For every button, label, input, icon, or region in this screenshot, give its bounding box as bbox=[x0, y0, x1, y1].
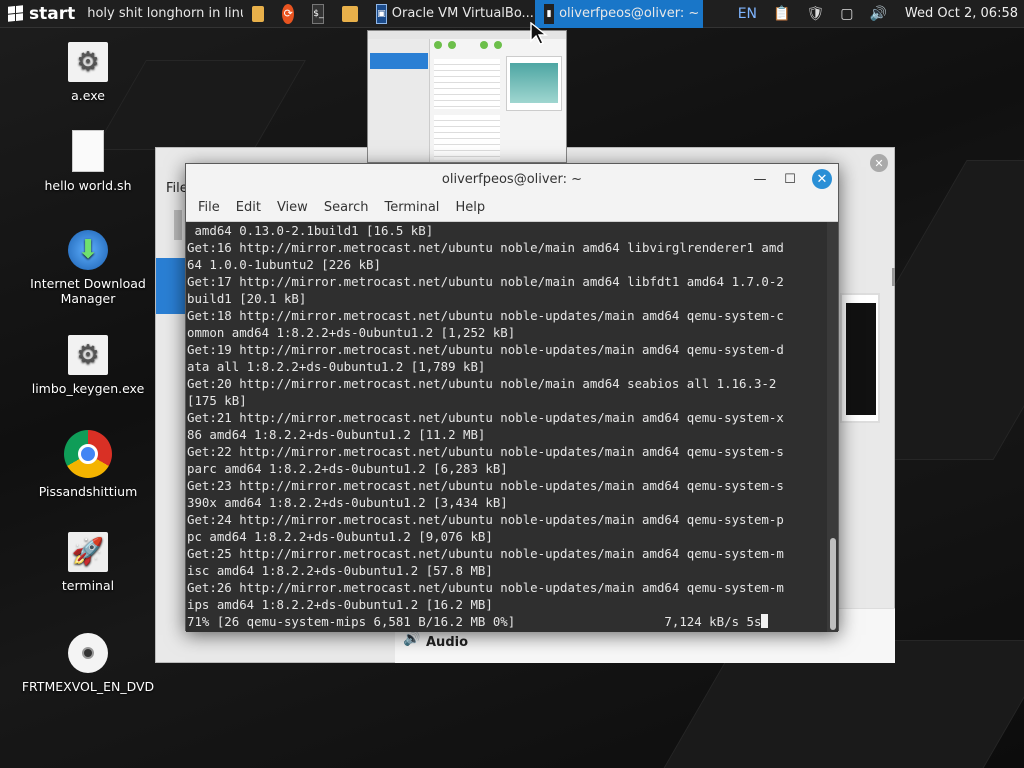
download-icon: ⬇ bbox=[68, 230, 108, 270]
terminal-output[interactable]: amd64 0.13.0-2.1build1 [16.5 kB] Get:16 … bbox=[186, 222, 829, 632]
vbox-preview-box bbox=[840, 293, 880, 423]
maximize-button[interactable]: ☐ bbox=[780, 169, 800, 189]
scrollbar-thumb[interactable] bbox=[830, 538, 836, 630]
terminal-line: Get:18 http://mirror.metrocast.net/ubunt… bbox=[187, 308, 784, 323]
terminal-line: 64 1.0.0-1ubuntu2 [226 kB] bbox=[187, 257, 381, 272]
gear-icon: ⚙ bbox=[68, 335, 108, 375]
terminal-line: ips amd64 1:8.2.2+ds-0ubuntu1.2 [16.2 MB… bbox=[187, 597, 493, 612]
terminal-line: build1 [20.1 kB] bbox=[187, 291, 307, 306]
gear-icon: ⚙ bbox=[68, 42, 108, 82]
menu-search[interactable]: Search bbox=[316, 200, 377, 215]
terminal-line: amd64 0.13.0-2.1build1 [16.5 kB] bbox=[187, 223, 434, 238]
desktop-icon-label: FRTMEXVOL_EN_DVD bbox=[21, 679, 155, 694]
terminal-titlebar[interactable]: oliverfpeos@oliver: ~ — ☐ ✕ bbox=[186, 164, 838, 194]
chrome-icon bbox=[64, 430, 112, 478]
terminal-line: Get:19 http://mirror.metrocast.net/ubunt… bbox=[187, 342, 784, 357]
rocket-icon: 🚀 bbox=[68, 532, 108, 572]
desktop-icon-limbo-keygen[interactable]: ⚙ limbo_keygen.exe bbox=[18, 335, 158, 396]
task-label: holy shit longhorn in linux bbox=[87, 6, 244, 21]
windows-logo-icon bbox=[8, 5, 23, 22]
terminal-scrollbar[interactable] bbox=[827, 222, 838, 632]
desktop-icon-label: limbo_keygen.exe bbox=[31, 381, 145, 396]
progress-text: 71% [26 qemu-system-mips 6,581 B/16.2 MB… bbox=[187, 614, 762, 629]
shield-icon[interactable]: 🛡 bbox=[806, 6, 824, 22]
folder-icon bbox=[252, 5, 265, 22]
minimize-button[interactable]: — bbox=[750, 169, 770, 189]
terminal-line: ata all 1:8.2.2+ds-0ubuntu1.2 [1,789 kB] bbox=[187, 359, 486, 374]
task-ubuntu[interactable]: ⟳ bbox=[273, 0, 303, 28]
task-longhorn[interactable]: holy shit longhorn in linux bbox=[83, 0, 243, 28]
vbox-scroll-handle[interactable] bbox=[892, 268, 895, 286]
disc-icon bbox=[68, 633, 108, 673]
terminal-line: ommon amd64 1:8.2.2+ds-0ubuntu1.2 [1,252… bbox=[187, 325, 516, 340]
terminal-line: Get:16 http://mirror.metrocast.net/ubunt… bbox=[187, 240, 784, 255]
desktop-icon-idm[interactable]: ⬇ Internet Download Manager bbox=[18, 230, 158, 306]
task-label: Oracle VM VirtualBo... bbox=[391, 6, 534, 21]
task-folder-2[interactable] bbox=[333, 0, 367, 28]
audio-icon: 🔊 bbox=[403, 631, 421, 647]
ubuntu-icon: ⟳ bbox=[282, 3, 295, 24]
menu-edit[interactable]: Edit bbox=[228, 200, 269, 215]
desktop-icon-label: terminal bbox=[61, 578, 115, 593]
menu-terminal[interactable]: Terminal bbox=[376, 200, 447, 215]
terminal-line: Get:25 http://mirror.metrocast.net/ubunt… bbox=[187, 546, 784, 561]
desktop-icon-label: Internet Download Manager bbox=[30, 276, 146, 306]
start-label: start bbox=[29, 3, 76, 24]
terminal-line: parc amd64 1:8.2.2+ds-0ubuntu1.2 [6,283 … bbox=[187, 461, 508, 476]
clipboard-icon[interactable]: 📋 bbox=[773, 6, 790, 22]
terminal-line: 86 amd64 1:8.2.2+ds-0ubuntu1.2 [11.2 MB] bbox=[187, 427, 486, 442]
close-button[interactable]: ✕ bbox=[812, 169, 832, 189]
terminal-icon: ▮ bbox=[544, 3, 555, 24]
terminal-icon: $_ bbox=[312, 3, 325, 24]
terminal-line: Get:21 http://mirror.metrocast.net/ubunt… bbox=[187, 410, 784, 425]
desktop-icon-label: Pissandshittium bbox=[38, 484, 138, 499]
virtualbox-icon: ▣ bbox=[376, 3, 387, 24]
vbox-close-button[interactable]: ✕ bbox=[870, 154, 888, 172]
desktop-icon-label: hello world.sh bbox=[44, 178, 132, 193]
text-cursor bbox=[761, 614, 769, 628]
mouse-pointer-icon bbox=[530, 22, 548, 45]
desktop-icon-dvd[interactable]: FRTMEXVOL_EN_DVD bbox=[18, 633, 158, 694]
menu-view[interactable]: View bbox=[269, 200, 316, 215]
terminal-line: Get:26 http://mirror.metrocast.net/ubunt… bbox=[187, 580, 784, 595]
terminal-line: 390x amd64 1:8.2.2+ds-0ubuntu1.2 [3,434 … bbox=[187, 495, 508, 510]
terminal-line: isc amd64 1:8.2.2+ds-0ubuntu1.2 [57.8 MB… bbox=[187, 563, 493, 578]
virtualbox-taskbar-preview[interactable] bbox=[367, 30, 567, 163]
task-terminal-small[interactable]: $_ bbox=[303, 0, 333, 28]
menu-help[interactable]: Help bbox=[447, 200, 493, 215]
vbox-tool-icon[interactable] bbox=[174, 210, 182, 240]
desktop-icon-terminal[interactable]: 🚀 terminal bbox=[18, 532, 158, 593]
terminal-line: Get:20 http://mirror.metrocast.net/ubunt… bbox=[187, 376, 777, 391]
terminal-menubar: File Edit View Search Terminal Help bbox=[186, 194, 838, 222]
terminal-line: Get:17 http://mirror.metrocast.net/ubunt… bbox=[187, 274, 784, 289]
terminal-line: [175 kB] bbox=[187, 393, 247, 408]
task-folder[interactable] bbox=[243, 0, 273, 28]
window-icon[interactable]: ▢ bbox=[840, 6, 853, 22]
terminal-line: Get:24 http://mirror.metrocast.net/ubunt… bbox=[187, 512, 784, 527]
terminal-window[interactable]: oliverfpeos@oliver: ~ — ☐ ✕ File Edit Vi… bbox=[185, 163, 839, 632]
task-label: oliverfpeos@oliver: ~ bbox=[559, 6, 700, 21]
terminal-title: oliverfpeos@oliver: ~ bbox=[441, 171, 583, 187]
language-indicator[interactable]: EN bbox=[738, 6, 757, 22]
desktop-icon-hello-world[interactable]: hello world.sh bbox=[18, 130, 158, 193]
terminal-progress-line: 71% [26 qemu-system-mips 6,581 B/16.2 MB… bbox=[187, 613, 829, 630]
system-tray: EN 📋 🛡 ▢ 🔊 Wed Oct 2, 06:58 bbox=[730, 0, 1024, 28]
desktop-icon-label: a.exe bbox=[71, 88, 105, 103]
desktop-icon-chromium[interactable]: Pissandshittium bbox=[18, 430, 158, 499]
menu-file[interactable]: File bbox=[190, 200, 228, 215]
vbox-vm-list-item[interactable] bbox=[156, 258, 186, 314]
terminal-line: pc amd64 1:8.2.2+ds-0ubuntu1.2 [9,076 kB… bbox=[187, 529, 493, 544]
folder-icon bbox=[342, 5, 359, 22]
volume-icon[interactable]: 🔊 bbox=[869, 6, 886, 22]
desktop-icon-a-exe[interactable]: ⚙ a.exe bbox=[18, 42, 158, 103]
clock[interactable]: Wed Oct 2, 06:58 bbox=[905, 6, 1018, 21]
start-button[interactable]: start bbox=[0, 0, 83, 28]
terminal-line: Get:22 http://mirror.metrocast.net/ubunt… bbox=[187, 444, 784, 459]
task-terminal-active[interactable]: ▮ oliverfpeos@oliver: ~ bbox=[535, 0, 704, 28]
task-virtualbox[interactable]: ▣ Oracle VM VirtualBo... bbox=[367, 0, 535, 28]
document-icon bbox=[72, 130, 104, 172]
taskbar: start holy shit longhorn in linux ⟳ $_ ▣… bbox=[0, 0, 1024, 28]
vbox-section-audio: Audio bbox=[426, 635, 469, 650]
terminal-line: Get:23 http://mirror.metrocast.net/ubunt… bbox=[187, 478, 784, 493]
